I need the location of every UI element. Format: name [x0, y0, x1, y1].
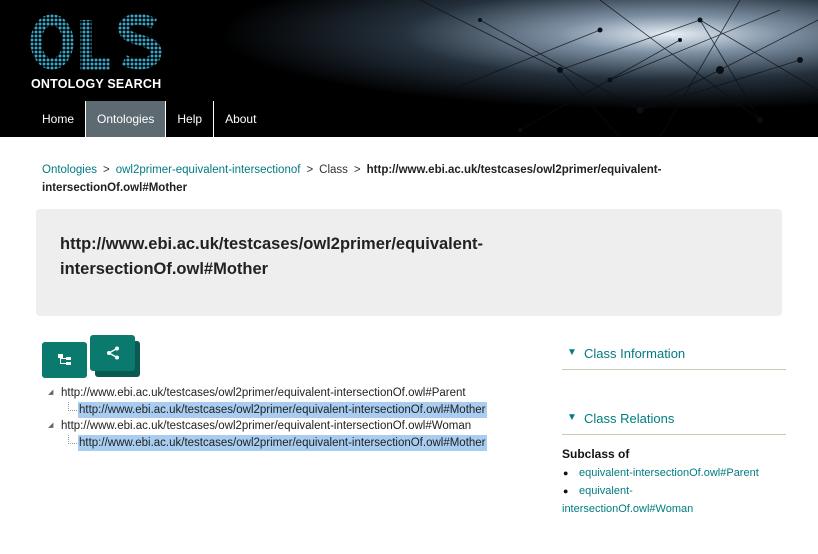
triangle-down-icon[interactable]: ◢ [48, 385, 58, 402]
breadcrumb-separator: > [102, 164, 110, 176]
tree-connector [68, 401, 77, 411]
section-title: Class Information [584, 346, 686, 361]
site-header: ONTOLOGY SEARCH Home Ontologies Help Abo… [0, 0, 818, 137]
subclass-list: ● equivalent-intersectionOf.owl#Parent ●… [562, 464, 792, 518]
subclass-link-parent[interactable]: ● equivalent-intersectionOf.owl#Parent [562, 464, 792, 482]
tree-node-label[interactable]: http://www.ebi.ac.uk/testcases/owl2prime… [61, 418, 471, 435]
triangle-down-icon: ▼ [567, 347, 577, 358]
tree-connector [68, 434, 77, 444]
hierarchy-icon [57, 354, 71, 365]
term-title-panel: http://www.ebi.ac.uk/testcases/owl2prime… [36, 209, 782, 316]
class-relations-toggle[interactable]: ▼ Class Relations [562, 405, 786, 435]
share-icon [106, 346, 119, 360]
bullet: ● [563, 468, 569, 478]
main-nav: Home Ontologies Help About [31, 101, 267, 137]
nav-help[interactable]: Help [166, 101, 215, 137]
nav-about[interactable]: About [214, 101, 267, 137]
share-button[interactable] [90, 335, 135, 371]
subclass-link-text[interactable]: intersectionOf.owl#Woman [562, 503, 693, 515]
subclass-of-heading: Subclass of [562, 447, 630, 461]
breadcrumb: Ontologies > owl2primer-equivalent-interse… [42, 161, 762, 197]
triangle-down-icon[interactable]: ◢ [48, 418, 58, 435]
breadcrumb-ontologies[interactable]: Ontologies [42, 164, 97, 176]
subclass-link-text[interactable]: equivalent- [562, 482, 792, 500]
breadcrumb-class: Class [319, 164, 348, 176]
tree-node-label[interactable]: http://www.ebi.ac.uk/testcases/owl2prime… [61, 385, 466, 402]
subclass-link-woman[interactable]: ● equivalent- intersectionOf.owl#Woman [562, 482, 792, 518]
class-information-toggle[interactable]: ▼ Class Information [562, 340, 786, 370]
tree-node-selected[interactable]: http://www.ebi.ac.uk/testcases/owl2prime… [78, 401, 487, 418]
breadcrumb-separator: > [306, 164, 314, 176]
breadcrumb-ontology[interactable]: owl2primer-equivalent-intersectionof [116, 164, 301, 176]
triangle-down-icon: ▼ [567, 412, 577, 423]
nav-home[interactable]: Home [31, 101, 87, 137]
breadcrumb-separator: > [353, 164, 361, 176]
section-title: Class Relations [584, 411, 675, 426]
bullet: ● [563, 486, 569, 496]
subclass-link-text[interactable]: equivalent-intersectionOf.owl#Parent [579, 467, 759, 479]
page-title: http://www.ebi.ac.uk/testcases/owl2prime… [60, 235, 484, 278]
nav-ontologies[interactable]: Ontologies [86, 101, 167, 137]
logo-subtitle: ONTOLOGY SEARCH [31, 77, 162, 91]
tree-view-button[interactable] [42, 342, 87, 378]
tree-node-selected[interactable]: http://www.ebi.ac.uk/testcases/owl2prime… [78, 434, 487, 451]
